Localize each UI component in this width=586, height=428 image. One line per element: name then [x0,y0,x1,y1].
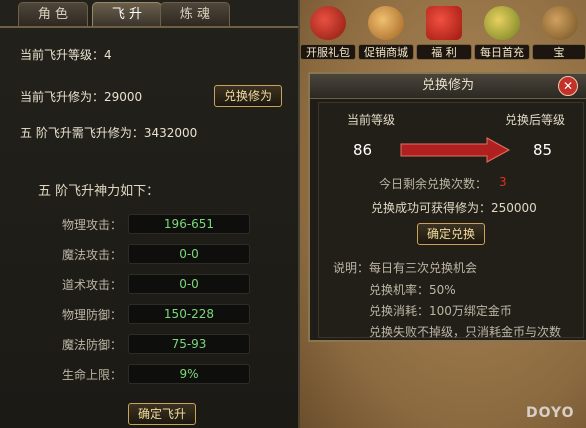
stat-label: 物理防御： [62,308,123,322]
exchange-cultivation-button[interactable]: 兑换修为 [214,85,282,107]
note-line: 说明：每日有三次兑换机会 [333,261,478,275]
top-icon-daily-recharge[interactable]: 每日首充 [474,2,530,62]
dialog-body: 当前等级 兑换后等级 86 85 今日剩余兑换次数： 3 兑换成功可获得修为：2… [318,102,584,339]
top-icon-label: 福 利 [416,44,472,60]
ascension-panel: 角 色 飞 升 炼 魂 当前飞升等级：4 当前飞升修为：29000 兑换修为 五… [0,0,300,428]
stat-label: 道术攻击： [62,278,123,292]
top-icon-treasure[interactable]: 宝 [532,2,586,62]
stat-value: 0-0 [128,244,250,264]
top-icon-label: 宝 [532,44,586,60]
after-level-label: 兑换后等级 [505,113,566,127]
remaining-count: 3 [499,175,507,189]
top-icon-server-gift[interactable]: 开服礼包 [300,2,356,62]
stat-label: 生命上限： [62,368,123,382]
power-title: 五 阶飞升神力如下： [38,184,160,199]
note-line: 兑换失败不掉级，只消耗金币与次数 [369,325,562,339]
stat-label: 魔法防御： [62,338,123,352]
top-icon-welfare[interactable]: 福 利 [416,2,472,62]
current-cultivation: 当前飞升修为：29000 [20,90,143,104]
required-cultivation: 五 阶飞升需飞升修为：3432000 [20,126,198,140]
stat-value: 150-228 [128,304,250,324]
note-line: 兑换机率：50% [369,283,456,297]
exchange-dialog: 兑换修为 ✕ 当前等级 兑换后等级 86 85 今日剩余兑换次数： 3 兑换成功… [308,72,586,342]
gain-label: 兑换成功可获得修为：250000 [371,201,537,215]
top-icon-label: 开服礼包 [300,44,356,60]
confirm-ascension-button[interactable]: 确定飞升 [128,403,196,425]
dialog-title: 兑换修为 [310,74,586,99]
stat-value: 9% [128,364,250,384]
watermark-logo: DOYO [526,405,575,421]
tab-divider [0,26,298,28]
current-ascension-level: 当前飞升等级：4 [20,48,112,62]
stat-label: 魔法攻击： [62,248,123,262]
money-bag-icon [484,6,520,40]
shop-bag-icon [368,6,404,40]
stat-value: 0-0 [128,274,250,294]
top-icon-promo-shop[interactable]: 促销商城 [358,2,414,62]
current-level-value: 86 [353,141,373,159]
note-line: 兑换消耗：100万绑定金币 [369,304,512,318]
tab-soul-refining[interactable]: 炼 魂 [160,2,230,26]
stat-label: 物理攻击： [62,218,123,232]
current-level-label: 当前等级 [347,113,396,127]
remaining-label: 今日剩余兑换次数： [379,177,488,191]
stat-value: 196-651 [128,214,250,234]
tab-ascension[interactable]: 飞 升 [92,2,162,26]
red-envelope-icon [426,6,462,40]
confirm-exchange-button[interactable]: 确定兑换 [417,223,485,245]
gift-pack-icon [310,6,346,40]
tab-character[interactable]: 角 色 [18,2,88,26]
top-icon-label: 每日首充 [474,44,530,60]
arrow-right-icon [400,137,511,163]
top-icon-label: 促销商城 [358,44,414,60]
after-level-value: 85 [533,141,553,159]
treasure-icon [542,6,578,40]
close-icon[interactable]: ✕ [558,76,578,96]
stat-value: 75-93 [128,334,250,354]
